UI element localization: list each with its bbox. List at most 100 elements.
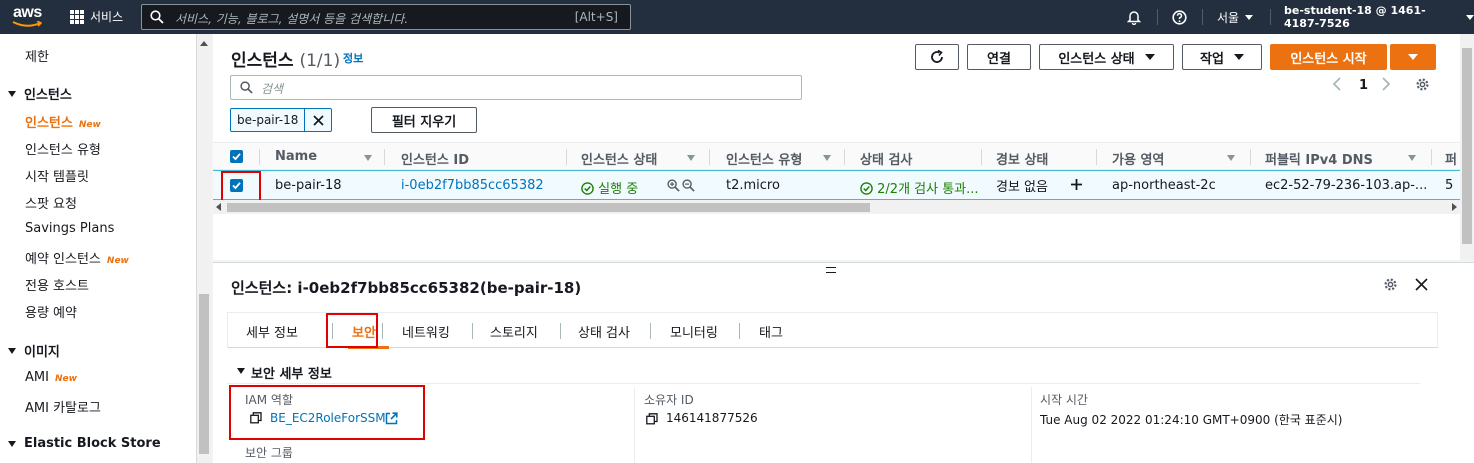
- instances-panel: 인스턴스 (1/1) 정보 연결 인스턴스 상태 작업 인스턴스 시작 검색 1…: [213, 34, 1460, 260]
- select-all-checkbox[interactable]: [230, 150, 243, 163]
- instance-state-dropdown[interactable]: 인스턴스 상태: [1039, 44, 1174, 70]
- sidebar-item-spot-requests[interactable]: 스팟 요청: [25, 193, 77, 212]
- zoom-out-icon[interactable]: [682, 179, 695, 196]
- tab-status-checks[interactable]: 상태 검사: [578, 322, 630, 341]
- sidebar-item-instances[interactable]: 인스턴스 New: [25, 112, 101, 131]
- chevron-left-icon: [1332, 77, 1341, 91]
- zoom-in-icon[interactable]: [667, 179, 680, 196]
- top-navigation-bar: aws 서비스 서비스, 기능, 블로그, 설명서 등을 검색합니다. [Alt…: [0, 0, 1474, 34]
- column-header-instance-type[interactable]: 인스턴스 유형: [726, 149, 802, 168]
- cell-more: 5: [1445, 178, 1454, 193]
- page-number[interactable]: 1: [1359, 78, 1368, 93]
- scroll-left-arrow-icon[interactable]: [216, 203, 221, 211]
- column-header-instance-state[interactable]: 인스턴스 상태: [581, 149, 657, 168]
- connect-button[interactable]: 연결: [967, 44, 1031, 70]
- instance-search-input[interactable]: 검색: [230, 75, 802, 100]
- close-detail-button[interactable]: [1415, 278, 1428, 295]
- tab-details[interactable]: 세부 정보: [246, 322, 298, 341]
- caret-down-icon: [1408, 54, 1418, 60]
- gear-icon: [1416, 78, 1429, 91]
- sort-icon[interactable]: [687, 155, 695, 161]
- tab-monitoring[interactable]: 모니터링: [670, 322, 718, 341]
- table-horizontal-scrollbar[interactable]: [213, 200, 1460, 214]
- sidebar-item-instance-types[interactable]: 인스턴스 유형: [25, 139, 101, 158]
- add-alarm-button[interactable]: [1070, 178, 1083, 195]
- table-row[interactable]: be-pair-18 i-0eb2f7bb85cc65382 실행 중 t2.m…: [213, 170, 1460, 200]
- caret-down-icon: [8, 347, 16, 354]
- sidebar-item-ami-catalog[interactable]: AMI 카탈로그: [25, 397, 101, 416]
- column-header-instance-id[interactable]: 인스턴스 ID: [401, 149, 469, 168]
- previous-page-button[interactable]: [1332, 76, 1342, 96]
- sidebar-item-dedicated-hosts[interactable]: 전용 호스트: [25, 275, 89, 294]
- column-header-availability-zone[interactable]: 가용 영역: [1112, 149, 1164, 168]
- remove-filter-button[interactable]: [305, 109, 331, 131]
- scroll-right-arrow-icon[interactable]: [1452, 203, 1457, 211]
- sidebar-section-images[interactable]: 이미지: [8, 341, 60, 360]
- sort-icon[interactable]: [1227, 155, 1235, 161]
- copy-button[interactable]: [646, 413, 658, 428]
- cell-status-check[interactable]: 2/2개 검사 통과...: [860, 178, 979, 197]
- sidebar-item-savings-plans[interactable]: Savings Plans: [25, 221, 114, 236]
- caret-down-icon[interactable]: [237, 368, 245, 374]
- refresh-button[interactable]: [915, 44, 959, 70]
- search-icon: [150, 10, 164, 24]
- scrollbar-thumb[interactable]: [199, 294, 209, 454]
- services-label: 서비스: [90, 10, 124, 24]
- region-label: 서울: [1217, 10, 1240, 25]
- sidebar-item-launch-templates[interactable]: 시작 템플릿: [25, 166, 89, 185]
- section-title[interactable]: 보안 세부 정보: [251, 363, 332, 382]
- scrollbar-thumb[interactable]: [227, 203, 870, 212]
- region-selector[interactable]: 서울: [1217, 0, 1254, 34]
- sidebar-item-ami[interactable]: AMI New: [25, 370, 77, 385]
- sort-icon[interactable]: [1408, 155, 1416, 161]
- new-badge: New: [78, 120, 101, 130]
- bell-icon: [1127, 10, 1141, 25]
- sidebar-section-label: 인스턴스: [24, 88, 72, 103]
- preferences-button[interactable]: [1415, 77, 1430, 96]
- launch-instances-button[interactable]: 인스턴스 시작: [1270, 44, 1387, 70]
- sidebar-item-capacity-reservations[interactable]: 용량 예약: [25, 302, 77, 321]
- scroll-up-arrow-icon[interactable]: [200, 41, 208, 46]
- launch-time-label: 시작 시간: [1040, 393, 1088, 407]
- sidebar-item-limits[interactable]: 제한: [25, 46, 49, 65]
- tab-tags[interactable]: 태그: [759, 322, 783, 341]
- new-badge: New: [106, 256, 129, 266]
- aws-logo-text: aws: [13, 4, 42, 21]
- sidebar-scrollbar[interactable]: [197, 34, 211, 463]
- check-circle-icon: [860, 182, 873, 195]
- services-menu-button[interactable]: 서비스: [70, 8, 123, 25]
- info-link[interactable]: 정보: [343, 50, 363, 66]
- tab-networking[interactable]: 네트워킹: [402, 322, 450, 341]
- aws-logo[interactable]: aws: [12, 4, 48, 30]
- column-header-status-check[interactable]: 상태 검사: [860, 149, 912, 168]
- close-icon: [1415, 278, 1428, 291]
- global-search-input[interactable]: 서비스, 기능, 블로그, 설명서 등을 검색합니다. [Alt+S]: [141, 4, 631, 30]
- column-header-public-dns[interactable]: 퍼블릭 IPv4 DNS: [1265, 149, 1373, 168]
- account-menu[interactable]: be-student-18 @ 1461-4187-7526: [1284, 0, 1474, 34]
- sort-icon[interactable]: [823, 155, 831, 161]
- actions-dropdown[interactable]: 작업: [1182, 44, 1262, 70]
- filter-token: be-pair-18: [230, 108, 333, 132]
- launch-options-dropdown[interactable]: [1390, 44, 1436, 70]
- sidebar-section-label: 이미지: [24, 345, 60, 360]
- sidebar-section-instances[interactable]: 인스턴스: [8, 84, 72, 103]
- scrollbar-thumb[interactable]: [1462, 48, 1472, 244]
- next-page-button[interactable]: [1381, 76, 1391, 96]
- caret-down-icon: [8, 90, 16, 97]
- clear-filters-button[interactable]: 필터 지우기: [371, 107, 477, 133]
- main-scrollbar[interactable]: [1460, 34, 1474, 260]
- instance-id-link[interactable]: i-0eb2f7bb85cc65382: [401, 178, 544, 193]
- tab-storage[interactable]: 스토리지: [490, 322, 538, 341]
- resize-handle-icon[interactable]: [826, 267, 836, 273]
- chevron-right-icon: [1382, 77, 1391, 91]
- column-header-more[interactable]: 퍼: [1445, 149, 1457, 168]
- column-header-name[interactable]: Name: [275, 149, 317, 164]
- notifications-button[interactable]: [1127, 0, 1141, 34]
- detail-preferences-button[interactable]: [1383, 277, 1398, 296]
- sidebar-item-reserved-instances[interactable]: 예약 인스턴스 New: [25, 248, 129, 267]
- column-header-alarm-status[interactable]: 경보 상태: [996, 149, 1048, 168]
- help-button[interactable]: [1172, 0, 1187, 34]
- sort-icon[interactable]: [364, 155, 372, 161]
- sidebar-section-ebs[interactable]: Elastic Block Store: [8, 436, 161, 451]
- sidebar-item-label: 인스턴스: [25, 116, 73, 131]
